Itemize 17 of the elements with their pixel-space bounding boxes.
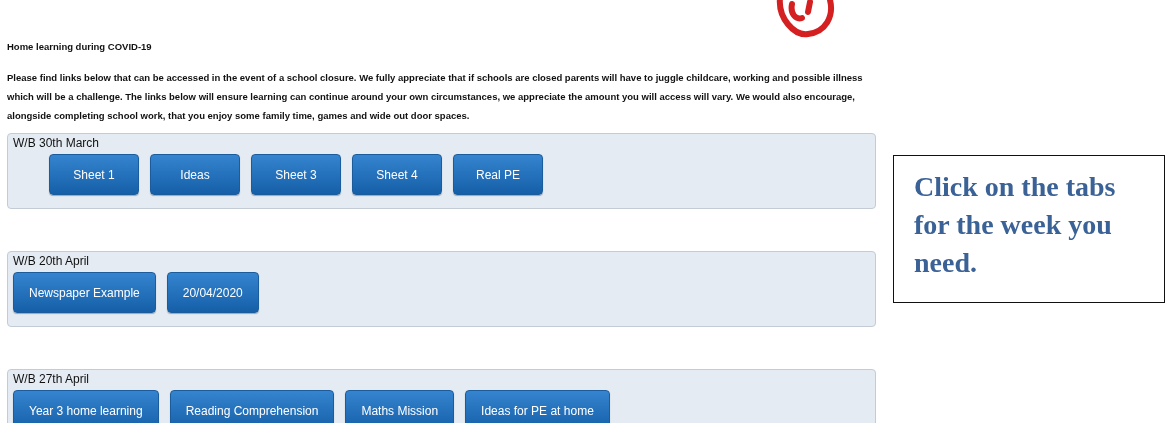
resource-button[interactable]: Ideas — [150, 154, 240, 196]
resource-button[interactable]: Sheet 4 — [352, 154, 442, 196]
resource-button[interactable]: Maths Mission — [345, 390, 455, 423]
callout-text: Click on the tabs for the week you need. — [914, 170, 1117, 280]
resource-button[interactable]: Ideas for PE at home — [465, 390, 610, 423]
intro-paragraph: Please find links below that can be accessed in the event of a school closure. We fully appreciate that if schools are closed parents will have to juggle childcare, working and possible illness which will be a challenge. The links below will ensure learning can continue around your own circumstances, we appreciate the amount you will access will vary. We would also encourage, alongside completing school work, that you enjoy some family time, games and wide out door spaces. — [7, 71, 864, 124]
resource-button[interactable]: Newspaper Example — [13, 272, 156, 314]
resource-button[interactable]: Reading Comprehension — [169, 390, 335, 423]
week-title: W/B 27th April — [13, 372, 91, 387]
week-title: W/B 30th March — [13, 136, 101, 151]
resource-button[interactable]: 20/04/2020 — [166, 272, 259, 314]
resource-button[interactable]: Real PE — [453, 154, 543, 196]
resource-button[interactable]: Sheet 3 — [251, 154, 341, 196]
week-title: W/B 20th April — [13, 254, 91, 269]
resource-button[interactable]: Year 3 home learning — [13, 390, 159, 423]
page-heading: Home learning during COVID-19 — [7, 40, 153, 54]
resource-button[interactable]: Sheet 1 — [49, 154, 139, 196]
